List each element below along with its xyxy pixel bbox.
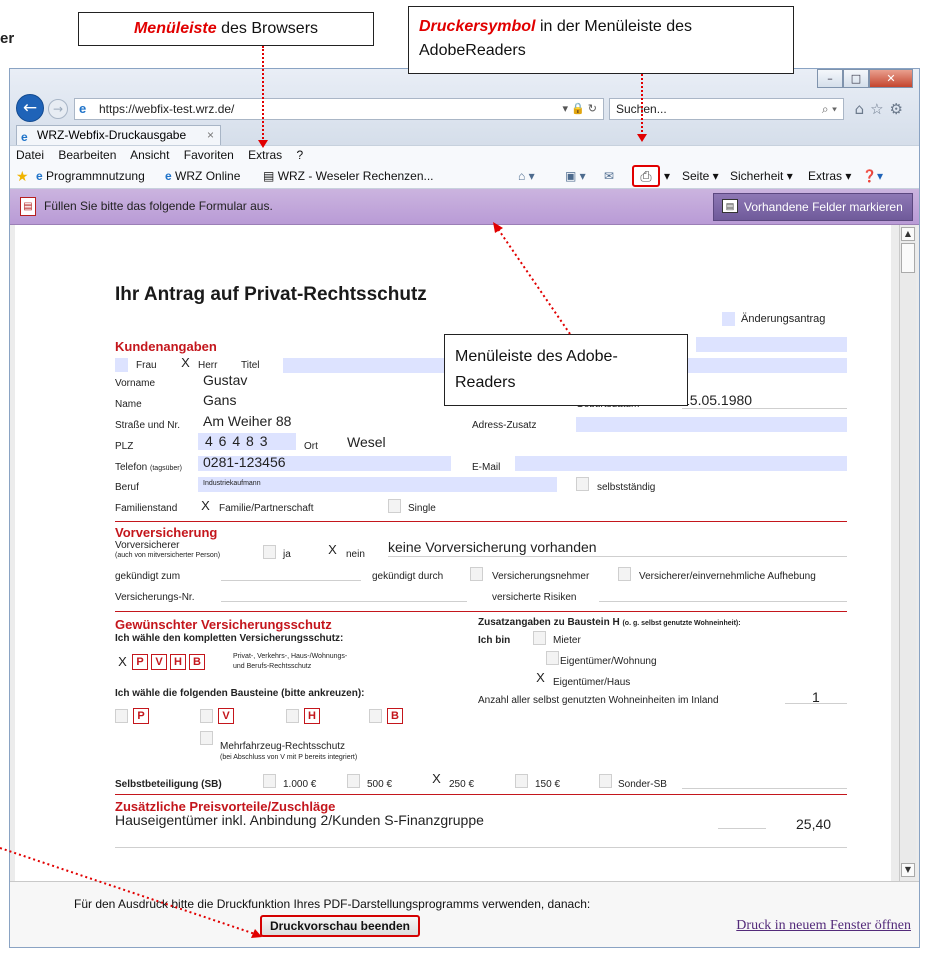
callout-button-line bbox=[0, 847, 259, 936]
callout-adobe-line bbox=[495, 225, 571, 335]
screenshot: er – □ ✕ ← → e https://webfix-test.wrz.d… bbox=[0, 0, 926, 963]
callout-arrows bbox=[0, 222, 571, 938]
callout-adobe-arrow bbox=[493, 222, 503, 233]
